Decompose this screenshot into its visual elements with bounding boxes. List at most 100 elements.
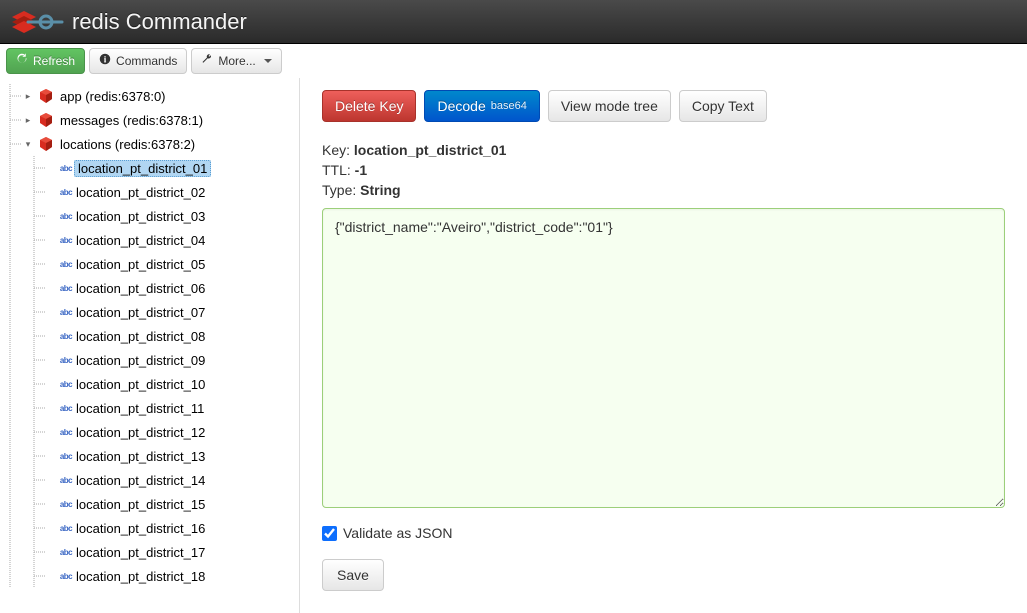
string-type-icon: abc: [58, 184, 74, 200]
meta-type-label: Type:: [322, 182, 356, 198]
commands-button[interactable]: i Commands: [89, 48, 187, 74]
tree-lines: [4, 540, 22, 564]
more-button[interactable]: More...: [191, 48, 281, 74]
validate-json-label: Validate as JSON: [343, 525, 452, 541]
tree-item[interactable]: abclocation_pt_district_04: [4, 228, 295, 252]
tree-lines: [4, 252, 22, 276]
tree-lines: [4, 276, 22, 300]
tree-root-label: locations (redis:6378:2): [58, 136, 197, 153]
string-type-icon: abc: [58, 424, 74, 440]
app-title: redis Commander: [72, 9, 247, 35]
delete-key-button[interactable]: Delete Key: [322, 90, 416, 122]
string-type-icon: abc: [58, 280, 74, 296]
tree-lines: [22, 564, 46, 588]
tree-item[interactable]: abclocation_pt_district_16: [4, 516, 295, 540]
tree-item[interactable]: abclocation_pt_district_12: [4, 420, 295, 444]
refresh-icon: [16, 52, 28, 70]
database-icon: [38, 136, 54, 152]
tree-item[interactable]: abclocation_pt_district_14: [4, 468, 295, 492]
tree-lines: [22, 540, 46, 564]
main: ▸ app (redis:6378:0) ▸messages (redis:6378…: [0, 78, 1027, 613]
tree-lines: [22, 372, 46, 396]
tree-item[interactable]: abclocation_pt_district_05: [4, 252, 295, 276]
tree-lines: [4, 492, 22, 516]
decode-button[interactable]: Decode base64: [424, 90, 539, 122]
string-type-icon: abc: [58, 328, 74, 344]
tree-item-label: location_pt_district_13: [74, 448, 207, 465]
validate-json-checkbox[interactable]: [322, 526, 337, 541]
value-textarea[interactable]: [322, 208, 1005, 508]
tree-lines: [4, 396, 22, 420]
meta-block: Key: location_pt_district_01 TTL: -1 Typ…: [322, 142, 1005, 198]
tree-lines: [4, 324, 22, 348]
app-header: redis Commander: [0, 0, 1027, 44]
tree-root[interactable]: ▸messages (redis:6378:1): [4, 108, 295, 132]
string-type-icon: abc: [58, 496, 74, 512]
toolbar: Refresh i Commands More...: [0, 44, 1027, 78]
validate-json-row[interactable]: Validate as JSON: [322, 525, 1005, 541]
tree-lines: [22, 156, 46, 180]
tree-item[interactable]: abclocation_pt_district_18: [4, 564, 295, 588]
decode-sublabel: base64: [491, 97, 527, 115]
tree-item[interactable]: abclocation_pt_district_15: [4, 492, 295, 516]
tree-lines: [22, 228, 46, 252]
string-type-icon: abc: [58, 304, 74, 320]
meta-type-value: String: [360, 182, 400, 198]
tree-toggle-icon[interactable]: ▸: [22, 91, 34, 102]
tree-item[interactable]: abclocation_pt_district_13: [4, 444, 295, 468]
tree-item-label: location_pt_district_18: [74, 568, 207, 585]
meta-ttl: TTL: -1: [322, 162, 1005, 178]
copy-text-button[interactable]: Copy Text: [679, 90, 767, 122]
tree-toggle-icon[interactable]: ▾: [22, 139, 34, 150]
meta-key: Key: location_pt_district_01: [322, 142, 1005, 158]
tree-item-label: location_pt_district_05: [74, 256, 207, 273]
refresh-button[interactable]: Refresh: [6, 48, 85, 74]
tree-item[interactable]: abclocation_pt_district_11: [4, 396, 295, 420]
meta-ttl-label: TTL:: [322, 162, 351, 178]
redis-logo: [8, 7, 64, 37]
string-type-icon: abc: [58, 232, 74, 248]
tree-item[interactable]: abclocation_pt_district_10: [4, 372, 295, 396]
tree-lines: [22, 324, 46, 348]
tree-lines: [22, 468, 46, 492]
tree-toggle-icon[interactable]: ▸: [22, 115, 34, 126]
tree-root[interactable]: ▾ locations (redis:6378:2): [4, 132, 295, 156]
view-mode-button[interactable]: View mode tree: [548, 90, 671, 122]
tree-item[interactable]: abclocation_pt_district_09: [4, 348, 295, 372]
string-type-icon: abc: [58, 400, 74, 416]
tree-item[interactable]: abclocation_pt_district_17: [4, 540, 295, 564]
tree-root-label: app (redis:6378:0): [58, 88, 168, 105]
tree-item-label: location_pt_district_09: [74, 352, 207, 369]
tree-item[interactable]: abclocation_pt_district_06: [4, 276, 295, 300]
tree-lines: [22, 300, 46, 324]
chevron-down-icon: [264, 59, 272, 63]
tree-lines: [4, 444, 22, 468]
save-button[interactable]: Save: [322, 559, 384, 591]
tree-lines: [4, 420, 22, 444]
tree-lines: [22, 492, 46, 516]
tree-root[interactable]: ▸ app (redis:6378:0): [4, 84, 295, 108]
tree-item[interactable]: abclocation_pt_district_01: [4, 156, 295, 180]
tree-lines: [4, 372, 22, 396]
tree-item-label: location_pt_district_15: [74, 496, 207, 513]
more-label: More...: [218, 52, 255, 70]
tree-lines: [4, 108, 22, 132]
tree-item-label: location_pt_district_11: [74, 400, 206, 417]
string-type-icon: abc: [58, 256, 74, 272]
tree-lines: [4, 516, 22, 540]
tree-lines: [22, 516, 46, 540]
tree-item[interactable]: abclocation_pt_district_02: [4, 180, 295, 204]
string-type-icon: abc: [58, 208, 74, 224]
tree-lines: [4, 348, 22, 372]
tree-item[interactable]: abclocation_pt_district_03: [4, 204, 295, 228]
tree-item[interactable]: abclocation_pt_district_07: [4, 300, 295, 324]
tree-item-label: location_pt_district_03: [74, 208, 207, 225]
content-pane: Delete Key Decode base64 View mode tree …: [300, 78, 1027, 613]
tree-sidebar[interactable]: ▸ app (redis:6378:0) ▸messages (redis:6378…: [0, 78, 300, 613]
tree-item-label: location_pt_district_06: [74, 280, 207, 297]
tree-item-label: location_pt_district_16: [74, 520, 207, 537]
tree-lines: [22, 348, 46, 372]
tree-item[interactable]: abclocation_pt_district_08: [4, 324, 295, 348]
tree-lines: [4, 300, 22, 324]
database-icon: [38, 112, 54, 128]
